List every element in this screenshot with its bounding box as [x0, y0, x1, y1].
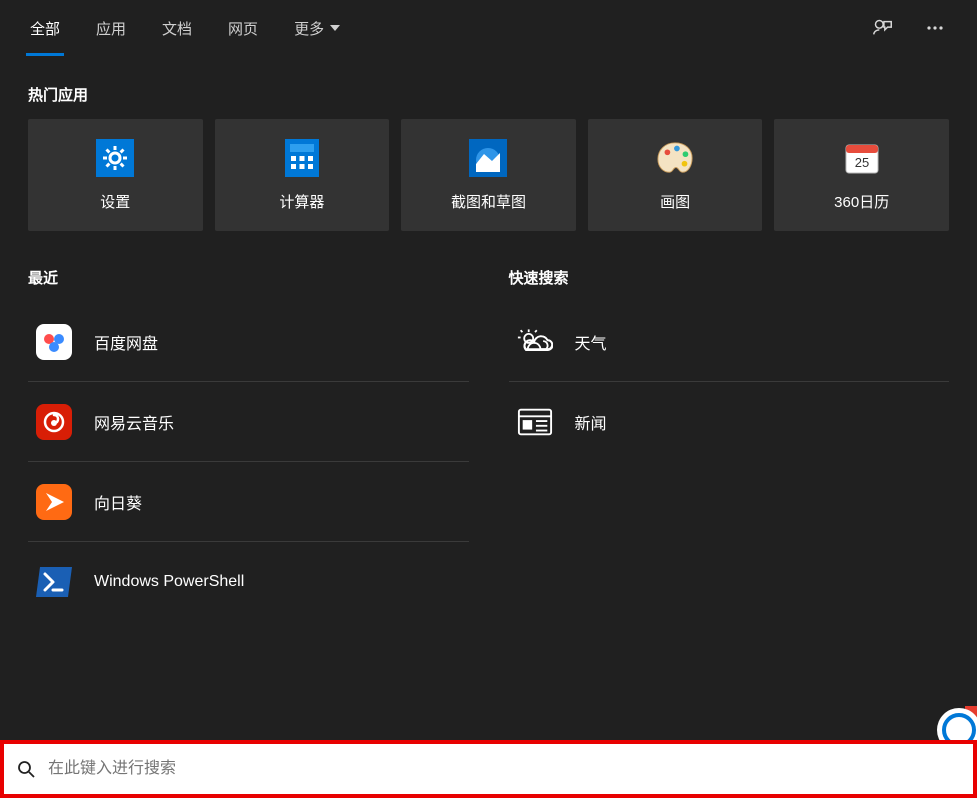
- top-app-label: 设置: [100, 191, 130, 212]
- top-app-360calendar[interactable]: 25 360日历: [774, 119, 949, 231]
- powershell-icon: [36, 564, 72, 600]
- recent-item-label: Windows PowerShell: [94, 573, 244, 591]
- snip-sketch-icon: [469, 139, 507, 177]
- top-apps-heading: 热门应用: [28, 84, 949, 105]
- feedback-icon[interactable]: [871, 16, 895, 40]
- sunlogin-icon: [36, 484, 72, 520]
- search-input[interactable]: [48, 744, 973, 794]
- tab-apps[interactable]: 应用: [78, 0, 144, 56]
- tab-apps-label: 应用: [96, 18, 126, 39]
- tab-web[interactable]: 网页: [210, 0, 276, 56]
- recent-heading: 最近: [28, 267, 469, 288]
- top-app-snip-sketch[interactable]: 截图和草图: [401, 119, 576, 231]
- top-app-paint[interactable]: 画图: [588, 119, 763, 231]
- top-apps-grid: 设置 计算器: [28, 119, 949, 231]
- recent-item-baidu-netdisk[interactable]: 百度网盘: [28, 302, 469, 382]
- tab-more[interactable]: 更多: [276, 0, 358, 56]
- quick-search-news[interactable]: 新闻: [509, 382, 950, 462]
- recent-item-label: 百度网盘: [94, 330, 158, 354]
- start-search-panel: 热门应用 设置: [0, 84, 977, 622]
- quick-search-weather[interactable]: 天气: [509, 302, 950, 382]
- recent-item-label: 网易云音乐: [94, 410, 174, 434]
- gear-icon: [96, 139, 134, 177]
- top-app-label: 截图和草图: [451, 191, 526, 212]
- search-scope-tabs: 全部 应用 文档 网页 更多: [0, 0, 977, 56]
- top-app-label: 360日历: [834, 191, 889, 212]
- calendar-day-text: 25: [854, 155, 868, 170]
- tab-all[interactable]: 全部: [12, 0, 78, 56]
- quick-search-column: 快速搜索 天气: [509, 239, 950, 622]
- tab-web-label: 网页: [228, 18, 258, 39]
- quick-search-label: 天气: [575, 330, 607, 354]
- recent-item-powershell[interactable]: Windows PowerShell: [28, 542, 469, 622]
- recent-item-netease-music[interactable]: 网易云音乐: [28, 382, 469, 462]
- calendar-icon: 25: [843, 139, 881, 177]
- calculator-icon: [283, 139, 321, 177]
- weather-icon: [517, 324, 553, 360]
- recent-item-label: 向日葵: [94, 490, 142, 514]
- more-options-icon[interactable]: [923, 16, 947, 40]
- quick-search-heading: 快速搜索: [509, 267, 950, 288]
- top-right-actions: [871, 16, 965, 40]
- top-app-calculator[interactable]: 计算器: [215, 119, 390, 231]
- chevron-down-icon: [330, 23, 340, 33]
- recent-item-sunlogin[interactable]: 向日葵: [28, 462, 469, 542]
- news-icon: [517, 404, 553, 440]
- top-app-settings[interactable]: 设置: [28, 119, 203, 231]
- tab-all-label: 全部: [30, 18, 60, 39]
- recent-column: 最近 百度网盘: [28, 239, 469, 622]
- baidu-netdisk-icon: [36, 324, 72, 360]
- tab-more-label: 更多: [294, 18, 324, 39]
- quick-search-label: 新闻: [575, 410, 607, 434]
- taskbar-search-box[interactable]: [0, 740, 977, 798]
- netease-music-icon: [36, 404, 72, 440]
- top-app-label: 计算器: [279, 191, 324, 212]
- tab-docs[interactable]: 文档: [144, 0, 210, 56]
- tab-docs-label: 文档: [162, 18, 192, 39]
- search-icon: [4, 760, 48, 778]
- top-app-label: 画图: [660, 191, 690, 212]
- paint-icon: [656, 139, 694, 177]
